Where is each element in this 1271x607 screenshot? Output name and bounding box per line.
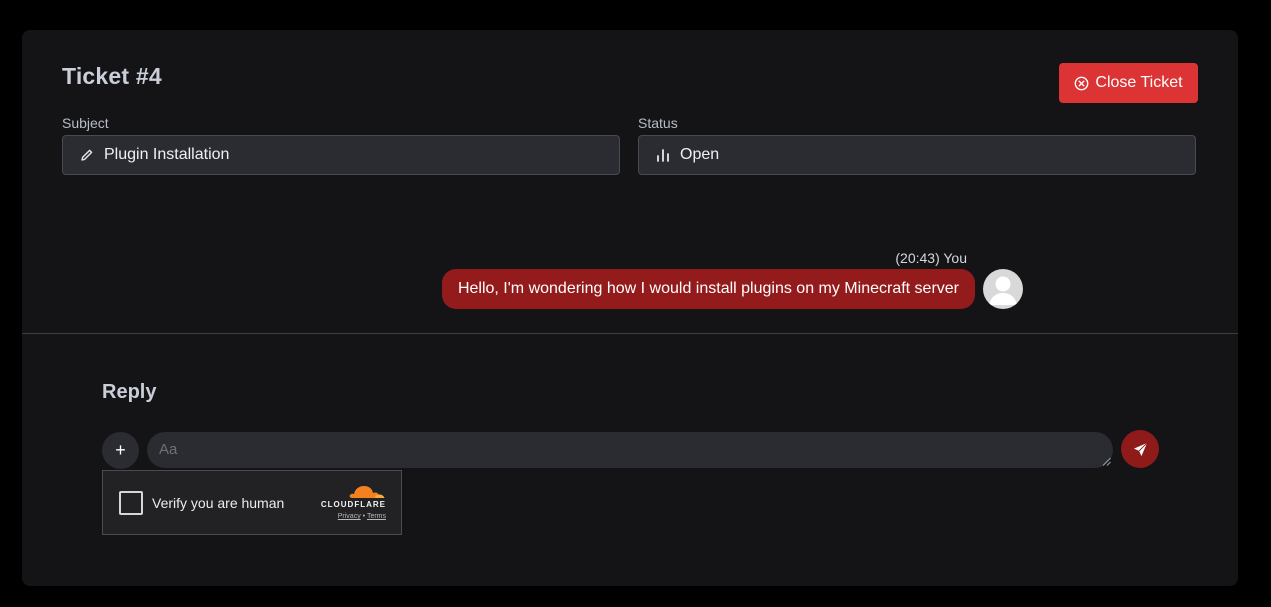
subject-field: Plugin Installation: [62, 135, 620, 175]
message-meta: (20:43) You: [895, 250, 967, 266]
verify-label: Verify you are human: [152, 494, 285, 511]
paper-plane-icon: [1133, 442, 1148, 457]
cloudflare-brand: CLOUDFLARE Privacy • Terms: [310, 483, 386, 520]
terms-link[interactable]: Terms: [367, 513, 386, 520]
close-ticket-label: Close Ticket: [1095, 74, 1183, 91]
close-ticket-button[interactable]: Close Ticket: [1059, 63, 1198, 103]
link-separator: •: [362, 513, 366, 520]
reply-heading: Reply: [102, 381, 157, 403]
status-field: Open: [638, 135, 1196, 175]
privacy-link[interactable]: Privacy: [338, 513, 361, 520]
bar-chart-icon: [655, 147, 671, 163]
send-button[interactable]: [1121, 430, 1159, 468]
captcha-links: Privacy • Terms: [310, 513, 386, 520]
cloudflare-wordmark: CLOUDFLARE: [320, 500, 386, 509]
subject-value: Plugin Installation: [104, 146, 230, 163]
status-value: Open: [680, 146, 720, 163]
subject-label: Subject: [62, 115, 109, 131]
message-bubble: Hello, I'm wondering how I would install…: [441, 269, 975, 309]
cloudflare-cloud-icon: [349, 486, 385, 498]
resize-handle-icon[interactable]: [1102, 457, 1111, 466]
status-label: Status: [638, 115, 678, 131]
cloudflare-captcha: Verify you are human CLOUDFLARE Privacy …: [102, 470, 402, 535]
ticket-card: Ticket #4 Close Ticket Subject Plugin In…: [22, 30, 1238, 586]
divider: [22, 333, 1238, 334]
pencil-icon: [79, 147, 95, 163]
x-circle-icon: [1074, 76, 1089, 91]
page-title: Ticket #4: [62, 63, 162, 89]
reply-input[interactable]: [147, 432, 1113, 468]
user-avatar-icon: [983, 269, 1023, 309]
add-attachment-button[interactable]: +: [102, 432, 139, 469]
verify-checkbox[interactable]: [119, 490, 143, 515]
